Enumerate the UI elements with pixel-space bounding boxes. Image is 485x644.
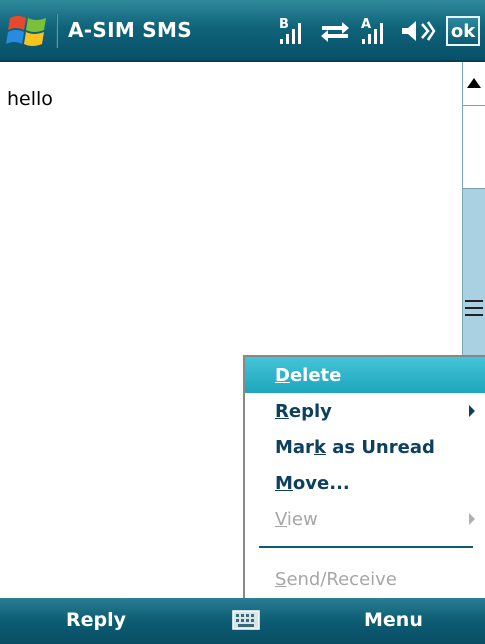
menu-item-accelerator: V	[275, 508, 287, 530]
arrow-up-icon	[467, 78, 481, 88]
scroll-thumb[interactable]	[463, 106, 485, 189]
menu-item-text: Mar	[275, 436, 314, 458]
menu-item-text: as Unread	[325, 436, 435, 458]
menu-item-label: View	[275, 509, 318, 530]
menu-item-text: end/Receive	[286, 568, 397, 590]
menu-item-text: ove...	[292, 472, 350, 494]
menu-item[interactable]: Mark as Unread	[245, 429, 485, 465]
reply-softkey[interactable]: Reply	[66, 609, 126, 631]
menu-item: Send/Receive	[245, 561, 485, 597]
data-sync-icon[interactable]	[318, 16, 352, 46]
menu-separator	[259, 546, 473, 548]
signal-a-icon[interactable]: A	[360, 16, 394, 46]
submenu-arrow-icon	[469, 405, 475, 417]
menu-item-text: eply	[288, 400, 332, 422]
menu-item-accelerator: S	[275, 568, 287, 590]
menu-item-accelerator: k	[313, 436, 326, 458]
scroll-up-button[interactable]	[463, 62, 485, 106]
menu-item-label: Send/Receive	[275, 569, 397, 590]
menu-item[interactable]: Reply	[245, 393, 485, 429]
menu-softkey[interactable]: Menu	[364, 609, 423, 631]
signal-b-icon[interactable]: B	[278, 16, 312, 46]
menu-item[interactable]: Move...	[245, 465, 485, 501]
app-title: A-SIM SMS	[68, 18, 192, 42]
soft-key-bar: Reply Menu	[0, 598, 485, 644]
signal-b-label: B	[279, 17, 289, 32]
context-menu: Delete Reply Mark as Unread Move... View Send…	[243, 355, 485, 598]
menu-item-label: Reply	[275, 401, 332, 422]
menu-item: View	[245, 501, 485, 537]
menu-item-text: iew	[286, 508, 318, 530]
ok-button[interactable]: ok	[446, 16, 480, 46]
signal-a-label: A	[361, 17, 371, 32]
message-body: hello	[7, 88, 53, 110]
submenu-arrow-icon	[469, 513, 475, 525]
scroll-grip-icon[interactable]	[465, 300, 483, 316]
keyboard-icon[interactable]	[232, 610, 260, 630]
title-bar: A-SIM SMS B A ok	[0, 0, 485, 62]
menu-item-label: Delete	[275, 365, 341, 386]
volume-icon[interactable]	[400, 16, 436, 46]
menu-item-accelerator: M	[275, 472, 293, 494]
menu-item-label: Mark as Unread	[275, 437, 435, 458]
title-separator	[56, 14, 58, 48]
menu-item-label: Move...	[275, 473, 350, 494]
menu-item-accelerator: D	[275, 364, 290, 386]
menu-item[interactable]: Delete	[245, 357, 485, 393]
menu-item-accelerator: R	[275, 400, 289, 422]
windows-start-icon[interactable]	[4, 10, 52, 52]
menu-item-text: elete	[289, 364, 342, 386]
